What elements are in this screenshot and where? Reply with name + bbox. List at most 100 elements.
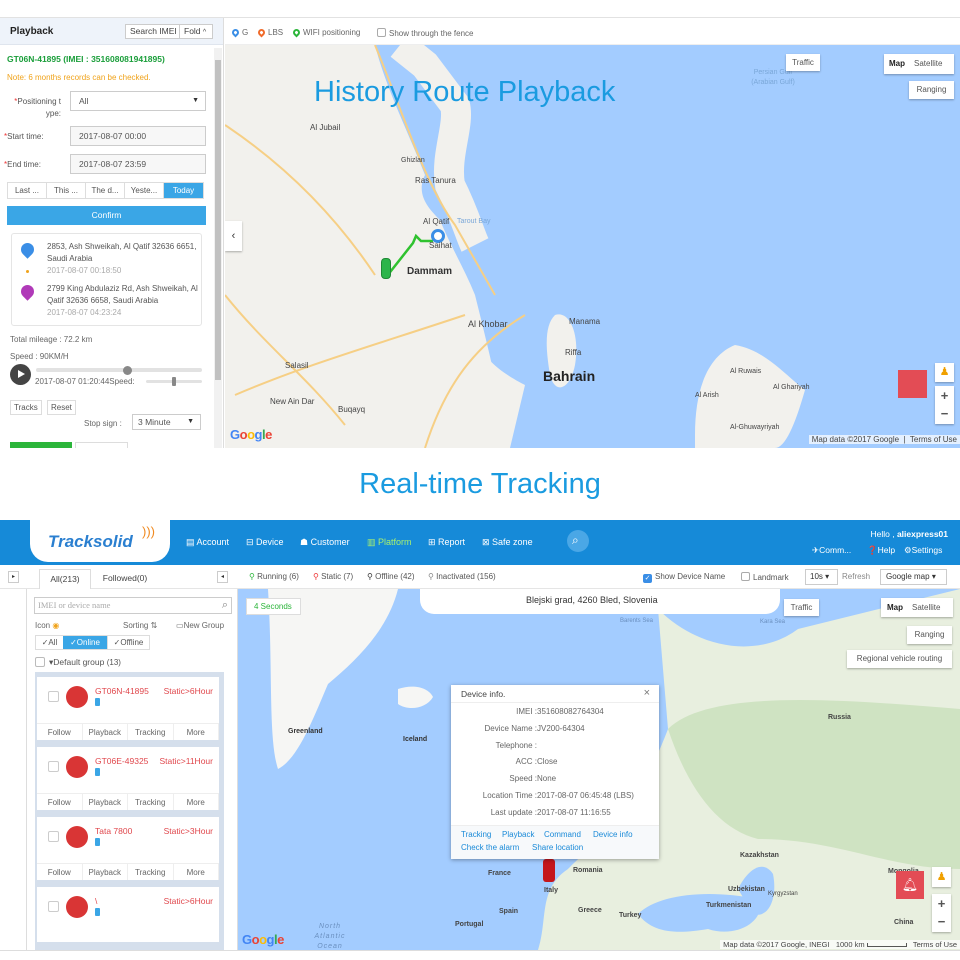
street-view-pegman-icon[interactable]: ♟	[935, 363, 954, 382]
range-last-button[interactable]: Last ...	[8, 183, 47, 198]
collapse-panel-chevron-left-icon[interactable]: ‹	[225, 221, 242, 251]
map-type-select[interactable]: Google map ▾	[880, 569, 947, 585]
zoom-in-button[interactable]: +	[932, 894, 951, 913]
range-today-button[interactable]: Today	[164, 183, 203, 198]
speed-slider[interactable]	[146, 377, 202, 386]
device-checkbox[interactable]	[48, 691, 59, 702]
device-checkbox[interactable]	[48, 901, 59, 912]
comm-link[interactable]: ✈Comm...	[812, 545, 851, 556]
close-icon[interactable]: ×	[644, 687, 650, 699]
alarm-square-button[interactable]	[898, 370, 927, 398]
show-device-name-checkbox[interactable]: ✓ Show Device Name	[643, 572, 725, 583]
range-yesterday-button[interactable]: Yeste...	[125, 183, 164, 198]
filter-all[interactable]: ✓All	[36, 636, 63, 649]
stop-sign-select[interactable]: 3 Minute ▼	[132, 414, 201, 430]
follow-button[interactable]: Follow	[37, 794, 83, 810]
speed-handle[interactable]	[172, 377, 176, 386]
vehicle-car-icon[interactable]	[381, 258, 391, 279]
group-checkbox[interactable]	[35, 657, 45, 667]
progress-handle[interactable]	[122, 365, 132, 375]
ranging-button[interactable]: Ranging	[907, 626, 952, 644]
sorting-button[interactable]: Sorting ⇅	[123, 621, 157, 630]
nav-platform[interactable]: ▥ Platform	[367, 537, 412, 548]
status-static[interactable]: ⚲ Static (7)	[313, 572, 353, 581]
progress-slider[interactable]	[36, 365, 202, 375]
alarm-bell-icon[interactable]: 🔔︎	[896, 871, 924, 899]
terms-link[interactable]: Terms of Use	[910, 435, 957, 444]
nav-account[interactable]: ▤ Account	[186, 537, 229, 548]
zoom-in-button[interactable]: +	[935, 386, 954, 405]
device-card[interactable]: Tata 7800 Static>3Hour Follow Playback Trac…	[37, 817, 219, 880]
range-the-day-button[interactable]: The d...	[86, 183, 125, 198]
device-card[interactable]: GT06N-41895 Static>6Hour Follow Playback Tr…	[37, 677, 219, 740]
map-button[interactable]: Map	[884, 59, 905, 68]
tracking-button[interactable]: Tracking	[128, 864, 174, 880]
satellite-button[interactable]: Satellite	[903, 603, 940, 612]
popup-playback-link[interactable]: Playback	[502, 830, 534, 839]
status-offline[interactable]: ⚲ Offline (42)	[367, 572, 415, 581]
map-button[interactable]: Map	[881, 603, 903, 612]
zoom-out-button[interactable]: −	[932, 913, 951, 932]
filter-offline[interactable]: ✓Offline	[107, 636, 149, 649]
device-search-input[interactable]: IMEI or device name ⌕	[34, 597, 232, 614]
reset-button[interactable]: Reset	[47, 400, 76, 415]
vehicle-marker-icon[interactable]	[543, 859, 555, 882]
satellite-button[interactable]: Satellite	[905, 59, 942, 68]
more-button[interactable]: More	[174, 794, 219, 810]
start-time-input[interactable]: 2017-08-07 00:00	[70, 126, 206, 146]
popup-tracking-link[interactable]: Tracking	[461, 830, 491, 839]
popup-device-info-link[interactable]: Device info	[593, 830, 633, 839]
popup-share-location-link[interactable]: Share location	[532, 843, 583, 852]
nav-device[interactable]: ⊟ Device	[246, 537, 284, 548]
playback-button[interactable]: Playback	[83, 724, 128, 740]
tracking-button[interactable]: Tracking	[128, 794, 174, 810]
search-imei-button[interactable]: Search IMEI	[125, 24, 182, 39]
popup-command-link[interactable]: Command	[544, 830, 581, 839]
collapse-left-icon[interactable]: ◂	[217, 571, 228, 583]
follow-button[interactable]: Follow	[37, 724, 83, 740]
device-checkbox[interactable]	[48, 761, 59, 772]
playback-button[interactable]: Playback	[83, 864, 128, 880]
traffic-button[interactable]: Traffic	[786, 54, 820, 71]
positioning-type-select[interactable]: All ▼	[70, 91, 206, 111]
refresh-interval-select[interactable]: 10s ▾	[805, 569, 838, 585]
popup-check-alarm-link[interactable]: Check the alarm	[461, 843, 519, 852]
end-time-input[interactable]: 2017-08-07 23:59	[70, 154, 206, 174]
nav-report[interactable]: ⊞ Report	[428, 537, 465, 548]
panel-scrollbar[interactable]	[214, 48, 222, 448]
traffic-button[interactable]: Traffic	[784, 599, 819, 616]
more-button[interactable]: More	[174, 864, 219, 880]
new-group-button[interactable]: ▭New Group	[176, 621, 224, 630]
more-button[interactable]: More	[174, 724, 219, 740]
settings-link[interactable]: ⚙Settings	[904, 545, 942, 556]
play-button[interactable]	[10, 364, 31, 385]
status-running[interactable]: ⚲ Running (6)	[249, 572, 299, 581]
default-group-header[interactable]: ▾Default group (13)	[49, 657, 121, 668]
tab-all[interactable]: All(213)	[39, 569, 91, 589]
help-link[interactable]: ❓Help	[867, 545, 895, 556]
tracking-button[interactable]: Tracking	[128, 724, 174, 740]
device-card[interactable]: \ Static>6Hour	[37, 887, 219, 942]
terms-link[interactable]: Terms of Use	[913, 940, 957, 949]
expand-right-icon[interactable]: ▸	[8, 571, 19, 583]
street-view-pegman-icon[interactable]: ♟	[932, 867, 951, 887]
status-inactivated[interactable]: ⚲ Inactivated (156)	[428, 572, 496, 581]
follow-button[interactable]: Follow	[37, 864, 83, 880]
fence-checkbox[interactable]: Show through the fence	[377, 28, 474, 38]
tracks-button[interactable]: Tracks	[10, 400, 42, 415]
icon-label[interactable]: Icon ◉	[35, 621, 59, 630]
device-card[interactable]: GT06E-49325 Static>11Hour Follow Playback T…	[37, 747, 219, 810]
nav-search-button[interactable]: ⌕	[567, 530, 589, 552]
playback-map[interactable]: History Route Playback Al Jubail Ghizlan…	[225, 45, 960, 448]
device-checkbox[interactable]	[48, 831, 59, 842]
nav-safe-zone[interactable]: ⊠ Safe zone	[482, 537, 533, 548]
confirm-button[interactable]: Confirm	[7, 206, 206, 225]
landmark-checkbox[interactable]: Landmark	[741, 572, 789, 582]
nav-customer[interactable]: ☗ Customer	[300, 537, 350, 548]
tracksolid-logo[interactable]: Tracksolid)))	[30, 520, 170, 562]
fold-button[interactable]: Fold ^	[179, 24, 213, 39]
regional-routing-button[interactable]: Regional vehicle routing	[847, 650, 952, 668]
range-this-button[interactable]: This ...	[47, 183, 86, 198]
tab-followed[interactable]: Followed(0)	[95, 569, 155, 589]
zoom-out-button[interactable]: −	[935, 405, 954, 424]
